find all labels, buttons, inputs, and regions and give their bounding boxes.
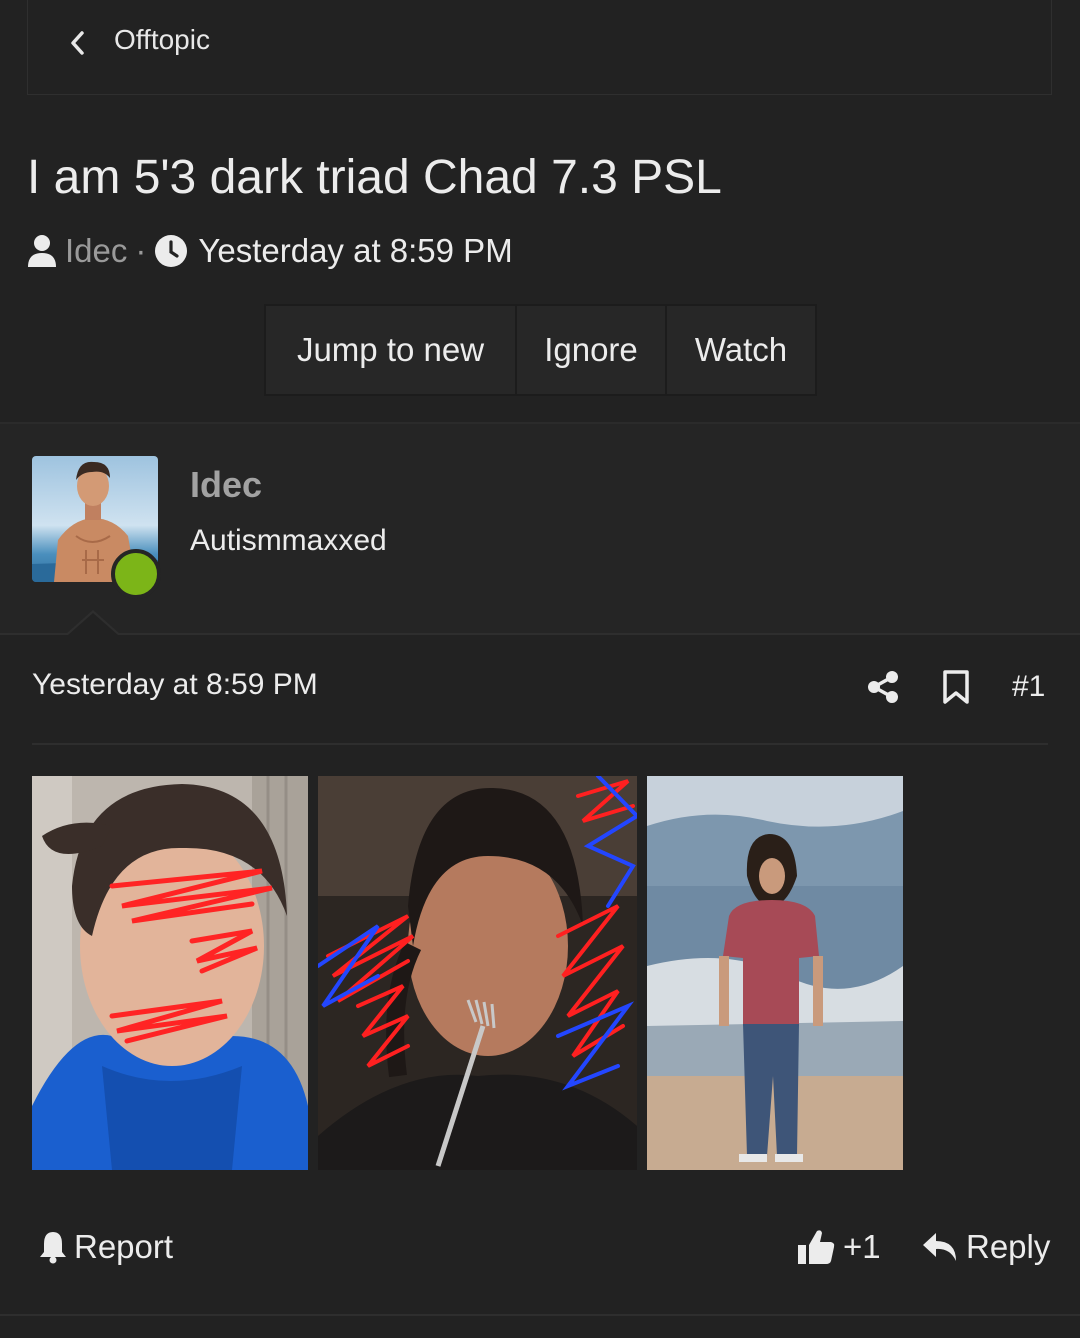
ignore-button[interactable]: Ignore <box>515 304 665 396</box>
jump-to-new-button[interactable]: Jump to new <box>264 304 515 396</box>
user-icon <box>28 235 56 267</box>
divider <box>0 633 1080 635</box>
breadcrumb-link[interactable]: Offtopic <box>114 24 210 56</box>
thread-date[interactable]: Yesterday at 8:59 PM <box>198 232 512 270</box>
like-count: +1 <box>843 1228 881 1265</box>
divider <box>32 743 1048 745</box>
chevron-left-icon[interactable] <box>68 30 88 56</box>
user-arrow-pointer-fill <box>68 613 118 635</box>
clock-icon <box>155 235 188 267</box>
post-user-title: Autismmaxxed <box>190 524 387 557</box>
bookmark-icon[interactable] <box>942 670 970 704</box>
share-icon[interactable] <box>866 670 900 704</box>
post-number-link[interactable]: #1 <box>1012 670 1045 704</box>
watch-button[interactable]: Watch <box>665 304 817 396</box>
reply-icon <box>923 1233 956 1261</box>
thumbs-up-icon <box>798 1230 835 1264</box>
breadcrumb[interactable]: Offtopic <box>27 0 1052 95</box>
report-label: Report <box>74 1228 174 1265</box>
report-button[interactable]: Report <box>38 1228 173 1266</box>
attachment-image[interactable] <box>32 776 308 1170</box>
thread-title: I am 5'3 dark triad Chad 7.3 PSL <box>27 151 722 204</box>
post-user-block: Idec Autismmaxxed <box>0 424 1080 633</box>
bell-icon <box>40 1232 66 1264</box>
post-user-name[interactable]: Idec <box>190 464 262 506</box>
thread-actions: Jump to new Ignore Watch <box>264 304 817 396</box>
thread-author[interactable]: Idec <box>65 232 127 270</box>
attachment-image[interactable] <box>318 776 637 1170</box>
reply-label: Reply <box>966 1228 1051 1265</box>
reply-button[interactable]: Reply <box>922 1228 1050 1266</box>
thread-meta: Idec · Yesterday at 8:59 PM <box>27 228 513 274</box>
like-button[interactable]: +1 <box>797 1228 881 1266</box>
divider <box>0 1314 1080 1316</box>
post-date[interactable]: Yesterday at 8:59 PM <box>32 668 318 702</box>
online-status-indicator <box>111 549 161 599</box>
meta-separator: · <box>135 232 147 269</box>
attachment-image[interactable] <box>647 776 903 1170</box>
